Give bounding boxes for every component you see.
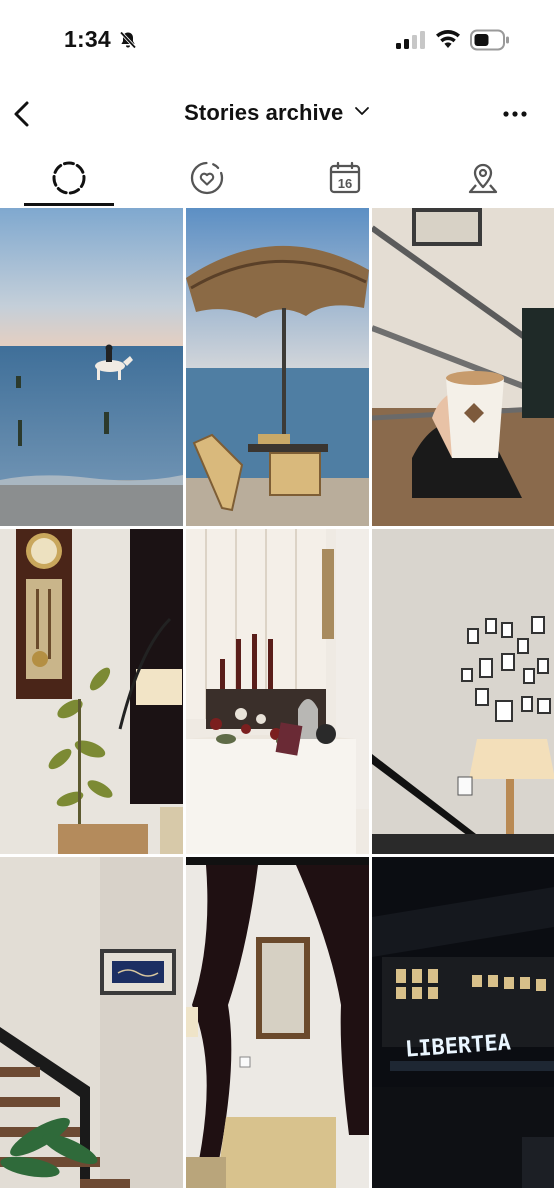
status-bar: 1:34 (0, 0, 554, 82)
tab-map[interactable] (414, 150, 552, 208)
story-thumbnail-gallery-wall[interactable] (372, 529, 554, 854)
heart-circle-icon (190, 161, 224, 195)
archive-tabs: 16 (0, 150, 554, 208)
map-pin-icon (468, 163, 498, 194)
dashed-circle-icon (52, 161, 86, 195)
battery-icon (470, 29, 509, 51)
clock-lamp-image (0, 529, 183, 854)
story-thumbnail-staircase[interactable] (0, 857, 183, 1188)
more-horizontal-icon (503, 111, 527, 117)
tab-stories[interactable] (0, 150, 138, 208)
status-time: 1:34 (64, 26, 111, 52)
page-title: Stories archive (184, 100, 344, 125)
tab-highlights[interactable] (138, 150, 276, 208)
candles-table-image (186, 529, 369, 854)
wifi-icon (436, 30, 460, 48)
more-options-button[interactable] (502, 104, 528, 124)
curtain-mirror-image (186, 857, 369, 1188)
beach-umbrella-image (186, 208, 369, 526)
coffee-cup-image (372, 208, 554, 526)
selected-tab-indicator (24, 203, 114, 206)
story-thumbnail-curtain-mirror[interactable] (186, 857, 369, 1188)
story-thumbnail-libertea-night[interactable]: LIBERTEA (372, 857, 554, 1188)
bell-slash-icon (119, 31, 137, 49)
calendar-day-number: 16 (338, 176, 352, 191)
story-thumbnail-candles-table[interactable] (186, 529, 369, 854)
story-thumbnail-clock-lamp[interactable] (0, 529, 183, 854)
calendar-icon: 16 (329, 161, 361, 194)
story-thumbnail-beach-umbrella[interactable] (186, 208, 369, 526)
tab-calendar[interactable]: 16 (276, 150, 414, 208)
stories-archive-screen: 1:34 Stories archive 16 LIBERTEA (0, 0, 554, 1200)
gallery-wall-image (372, 529, 554, 854)
staircase-image (0, 857, 183, 1188)
beach-horse-image (0, 208, 183, 526)
story-thumbnail-beach-horse[interactable] (0, 208, 183, 526)
archive-type-dropdown[interactable]: Stories archive (0, 100, 554, 126)
cellular-signal-icon (396, 31, 425, 49)
chevron-down-icon (354, 107, 369, 115)
story-thumbnail-coffee-cup[interactable] (372, 208, 554, 526)
libertea-night-image: LIBERTEA (372, 857, 554, 1188)
top-app-bar: Stories archive (0, 90, 554, 140)
